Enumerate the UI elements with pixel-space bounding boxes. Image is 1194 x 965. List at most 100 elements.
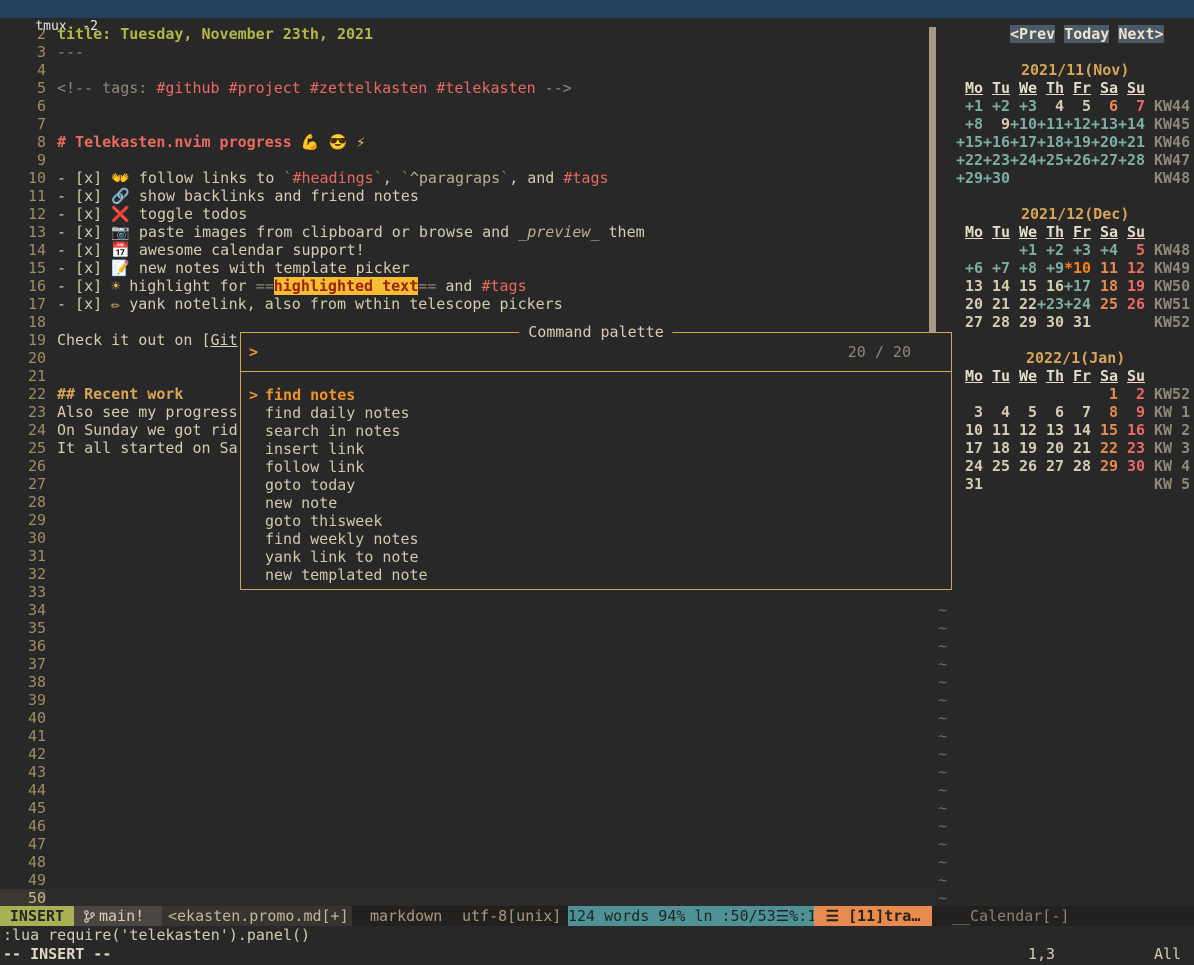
palette-item[interactable]: new note	[241, 494, 951, 512]
palette-item[interactable]: >find notes	[241, 386, 951, 404]
calendar-day[interactable]: 18	[1091, 277, 1118, 295]
calendar-day[interactable]: 15	[1010, 277, 1037, 295]
calendar-day[interactable]: 13	[1037, 421, 1064, 439]
calendar-day[interactable]: 18	[983, 439, 1010, 457]
calendar-day[interactable]: +20	[1091, 133, 1118, 151]
calendar-day[interactable]: 7	[1064, 403, 1091, 421]
calendar-day[interactable]: 7	[1118, 97, 1145, 115]
calendar-day[interactable]: 11	[983, 421, 1010, 439]
scrollbar-thumb[interactable]	[929, 27, 936, 332]
calendar-day[interactable]: +15	[956, 133, 983, 151]
calendar-day[interactable]: 6	[1037, 403, 1064, 421]
calendar-day[interactable]: 20	[956, 295, 983, 313]
calendar-day[interactable]: 21	[1064, 439, 1091, 457]
calendar-day[interactable]: 9	[1118, 403, 1145, 421]
calendar-day[interactable]: 12	[1118, 259, 1145, 277]
calendar-day[interactable]: 5	[1118, 241, 1145, 259]
calendar-day[interactable]: +28	[1118, 151, 1145, 169]
palette-item[interactable]: insert link	[241, 440, 951, 458]
calendar-day[interactable]: 12	[1010, 421, 1037, 439]
palette-item[interactable]: goto today	[241, 476, 951, 494]
calendar-day[interactable]: +1	[956, 97, 983, 115]
calendar-day[interactable]: +8	[1010, 259, 1037, 277]
calendar-day[interactable]: 6	[1091, 97, 1118, 115]
calendar-day[interactable]: 21	[983, 295, 1010, 313]
calendar-nav-today[interactable]: Today	[1064, 25, 1109, 43]
palette-item[interactable]: find weekly notes	[241, 530, 951, 548]
calendar-day[interactable]: 5	[1064, 97, 1091, 115]
calendar-day[interactable]: +3	[1010, 97, 1037, 115]
calendar-day[interactable]: +22	[956, 151, 983, 169]
calendar-day[interactable]: +4	[1091, 241, 1118, 259]
calendar-day[interactable]: +14	[1118, 115, 1145, 133]
calendar-pane[interactable]: <Prev Today Next>2021/11(Nov)MoTuWeThFrS…	[936, 18, 1194, 906]
calendar-day[interactable]: +6	[956, 259, 983, 277]
calendar-day[interactable]: +2	[1037, 241, 1064, 259]
calendar-nav-next[interactable]: Next>	[1118, 25, 1163, 43]
calendar-day[interactable]: +26	[1064, 151, 1091, 169]
calendar-day[interactable]: 26	[1118, 295, 1145, 313]
calendar-day[interactable]: +23	[1037, 295, 1064, 313]
calendar-day[interactable]: 26	[1010, 457, 1037, 475]
calendar-day[interactable]: 5	[1010, 403, 1037, 421]
calendar-day[interactable]: 28	[983, 313, 1010, 331]
calendar-day[interactable]: 16	[1118, 421, 1145, 439]
calendar-day[interactable]: +13	[1091, 115, 1118, 133]
calendar-day[interactable]: 22	[1010, 295, 1037, 313]
calendar-day[interactable]: 15	[1091, 421, 1118, 439]
calendar-day[interactable]: 20	[1037, 439, 1064, 457]
calendar-day[interactable]: +27	[1091, 151, 1118, 169]
calendar-day[interactable]: 4	[1037, 97, 1064, 115]
palette-item[interactable]: find daily notes	[241, 404, 951, 422]
calendar-day[interactable]: 16	[1037, 277, 1064, 295]
calendar-day[interactable]: 25	[1091, 295, 1118, 313]
calendar-day[interactable]: 1	[1091, 385, 1118, 403]
calendar-day[interactable]: +24	[1010, 151, 1037, 169]
calendar-day[interactable]: 11	[1091, 259, 1118, 277]
calendar-day[interactable]: +29	[956, 169, 983, 187]
calendar-day[interactable]: 31	[956, 475, 983, 493]
calendar-day[interactable]: +16	[983, 133, 1010, 151]
calendar-day[interactable]: +1	[1010, 241, 1037, 259]
calendar-day[interactable]: +24	[1064, 295, 1091, 313]
calendar-day[interactable]: 9	[983, 115, 1010, 133]
calendar-day[interactable]: 27	[1037, 457, 1064, 475]
calendar-day[interactable]: +10	[1010, 115, 1037, 133]
calendar-day[interactable]: 14	[1064, 421, 1091, 439]
calendar-day[interactable]: 2	[1118, 385, 1145, 403]
calendar-day[interactable]: 30	[1118, 457, 1145, 475]
calendar-day[interactable]: 19	[1010, 439, 1037, 457]
calendar-day[interactable]: 29	[1091, 457, 1118, 475]
calendar-day[interactable]: +30	[983, 169, 1010, 187]
palette-prompt-row[interactable]: > 20 / 20	[241, 333, 951, 372]
calendar-day[interactable]: 8	[1091, 403, 1118, 421]
calendar-day[interactable]: +17	[1010, 133, 1037, 151]
calendar-day[interactable]: 4	[983, 403, 1010, 421]
calendar-day[interactable]: +21	[1118, 133, 1145, 151]
calendar-day[interactable]: 30	[1037, 313, 1064, 331]
calendar-day[interactable]: 13	[956, 277, 983, 295]
calendar-day[interactable]: 19	[1118, 277, 1145, 295]
calendar-day[interactable]: 23	[1118, 439, 1145, 457]
calendar-day[interactable]: 24	[956, 457, 983, 475]
calendar-day[interactable]: 14	[983, 277, 1010, 295]
calendar-day[interactable]: +7	[983, 259, 1010, 277]
calendar-day[interactable]: 10	[956, 421, 983, 439]
calendar-day[interactable]: +19	[1064, 133, 1091, 151]
calendar-day[interactable]: +3	[1064, 241, 1091, 259]
palette-item[interactable]: search in notes	[241, 422, 951, 440]
calendar-day[interactable]: 22	[1091, 439, 1118, 457]
calendar-day[interactable]: *10	[1064, 259, 1091, 277]
calendar-day[interactable]: 31	[1064, 313, 1091, 331]
palette-item[interactable]: new templated note	[241, 566, 951, 584]
calendar-day[interactable]: 28	[1064, 457, 1091, 475]
calendar-day[interactable]: +23	[983, 151, 1010, 169]
palette-item[interactable]: goto thisweek	[241, 512, 951, 530]
calendar-day[interactable]: +25	[1037, 151, 1064, 169]
calendar-day[interactable]: 29	[1010, 313, 1037, 331]
calendar-day[interactable]: +17	[1064, 277, 1091, 295]
calendar-day[interactable]: +8	[956, 115, 983, 133]
calendar-day[interactable]: +11	[1037, 115, 1064, 133]
calendar-day[interactable]: +9	[1037, 259, 1064, 277]
calendar-day[interactable]: 25	[983, 457, 1010, 475]
